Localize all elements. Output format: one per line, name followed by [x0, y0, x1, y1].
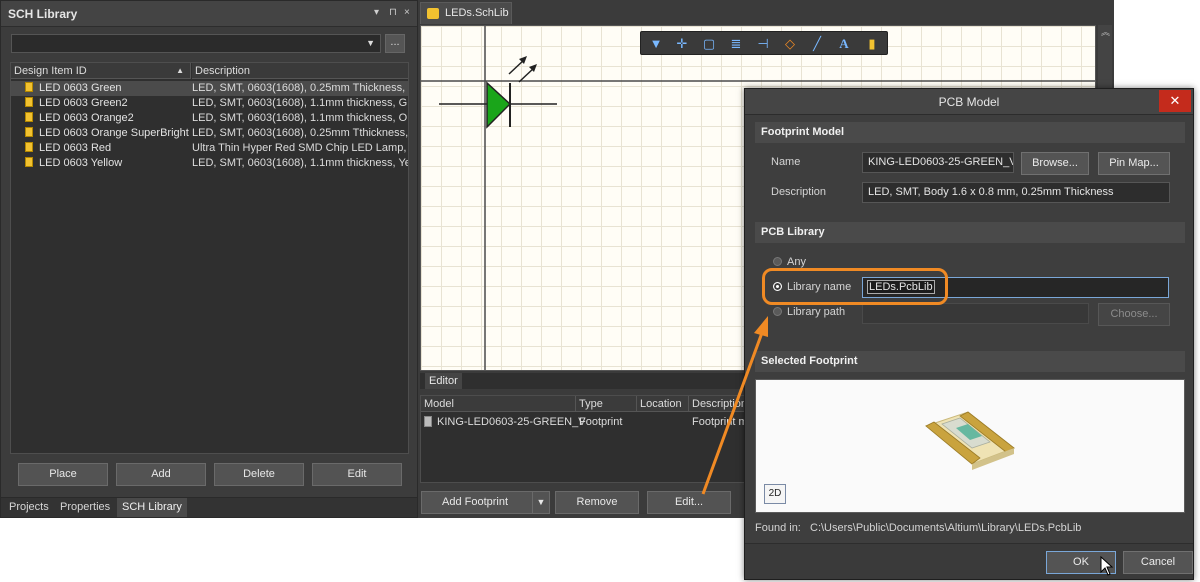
editor-label: Editor	[425, 373, 462, 389]
radio-any[interactable]	[773, 257, 782, 266]
column-header-model[interactable]: Model	[421, 396, 576, 412]
pin-map-button[interactable]: Pin Map...	[1098, 152, 1170, 175]
tab-sch-library[interactable]: SCH Library	[117, 498, 187, 517]
table-row[interactable]: LED 0603 Orange2 LED, SMT, 0603(1608), 1…	[11, 111, 408, 126]
place-button[interactable]: Place	[18, 463, 108, 486]
description-field[interactable]: LED, SMT, Body 1.6 x 0.8 mm, 0.25mm Thic…	[862, 182, 1170, 203]
column-header-type[interactable]: Type	[576, 396, 637, 412]
footprint-model-section: Footprint Model	[755, 122, 1185, 143]
table-row[interactable]: LED 0603 Green2 LED, SMT, 0603(1608), 1.…	[11, 96, 408, 111]
footprint-render	[924, 411, 1016, 470]
component-icon	[25, 157, 33, 167]
add-model-dropdown[interactable]: ▼	[532, 491, 550, 514]
edit-button[interactable]: Edit	[312, 463, 402, 486]
library-path-input[interactable]	[862, 303, 1089, 324]
place-text-icon[interactable]: A	[835, 35, 853, 53]
tab-properties[interactable]: Properties	[55, 498, 115, 517]
sch-library-title-bar: SCH Library ▾ ⊓ ×	[1, 1, 417, 27]
table-row[interactable]: LED 0603 Orange SuperBright LED, SMT, 06…	[11, 126, 408, 141]
mouse-cursor-icon	[1100, 556, 1114, 576]
description-label: Description	[771, 186, 827, 198]
component-icon	[25, 142, 33, 152]
close-icon[interactable]: ✕	[1159, 90, 1191, 112]
tab-ledsschlib[interactable]: LEDs.SchLib *	[420, 2, 512, 40]
component-icon	[25, 127, 33, 137]
panel-tab-strip: Projects Properties SCH Library	[1, 497, 417, 517]
choose-button[interactable]: Choose...	[1098, 303, 1170, 326]
found-in-label: Found in:	[755, 522, 801, 534]
led-triangle	[486, 81, 512, 129]
component-icon	[25, 82, 33, 92]
footprint-name-field[interactable]: KING-LED0603-25-GREEN_V	[862, 152, 1014, 173]
pcb-library-section: PCB Library	[755, 222, 1185, 243]
sort-ascending-icon: ▲	[176, 66, 184, 75]
column-header-design-item-id[interactable]: Design Item ID ▲	[11, 63, 191, 79]
component-icon	[25, 97, 33, 107]
browse-button[interactable]: Browse...	[1021, 152, 1089, 175]
sch-library-panel: SCH Library ▾ ⊓ × ▼ ... Design Item ID ▲…	[0, 0, 418, 518]
active-bar-toolbar: ▼ ✛ ▢ ≣ ⊣ ◇ ╱ A ▮	[640, 31, 888, 55]
design-item-table: Design Item ID ▲ Description LED 0603 Gr…	[10, 62, 409, 454]
table-row[interactable]: LED 0603 Yellow LED, SMT, 0603(1608), 1.…	[11, 156, 408, 171]
sch-library-filter-combo[interactable]: ▼	[11, 34, 381, 53]
table-row[interactable]: LED 0603 Red Ultra Thin Hyper Red SMD Ch…	[11, 141, 408, 156]
delete-button[interactable]: Delete	[214, 463, 304, 486]
sch-library-title: SCH Library	[8, 7, 78, 21]
filter-icon[interactable]: ▼	[647, 35, 665, 53]
chevron-up-icon[interactable]: ︽	[1101, 25, 1110, 38]
table-row[interactable]: LED 0603 Green LED, SMT, 0603(1608), 0.2…	[11, 81, 408, 96]
radio-library-path[interactable]	[773, 307, 782, 316]
any-label[interactable]: Any	[787, 256, 806, 268]
footprint-icon	[424, 416, 432, 427]
cancel-button[interactable]: Cancel	[1123, 551, 1193, 574]
place-ieee-symbol-icon[interactable]: ◇	[781, 35, 799, 53]
background-area	[1114, 0, 1200, 88]
selected-footprint-section: Selected Footprint	[755, 351, 1185, 372]
place-line-icon[interactable]: ╱	[808, 35, 826, 53]
name-label: Name	[771, 156, 801, 168]
found-in-path: C:\Users\Public\Documents\Altium\Library…	[810, 522, 1082, 534]
dialog-button-bar: OK Cancel	[745, 543, 1193, 579]
more-options-button[interactable]: ...	[385, 34, 405, 53]
remove-button[interactable]: Remove	[555, 491, 639, 514]
schlib-file-icon	[427, 8, 439, 19]
place-pin-icon[interactable]: ⊣	[754, 35, 772, 53]
column-header-description[interactable]: Description	[192, 63, 408, 79]
close-panel-icon[interactable]: ×	[404, 7, 410, 18]
footprint-3d-preview[interactable]: 2D	[755, 379, 1185, 513]
pin-icon[interactable]: ⊓	[389, 7, 397, 18]
dialog-title-bar: PCB Model	[745, 89, 1193, 115]
tab-projects[interactable]: Projects	[4, 498, 54, 517]
pcb-model-dialog: PCB Model ✕ Footprint Model Name KING-LE…	[744, 88, 1194, 580]
select-rectangle-icon[interactable]: ▢	[700, 35, 718, 53]
dialog-title: PCB Model	[938, 95, 1000, 109]
library-path-label[interactable]: Library path	[787, 306, 845, 318]
panel-menu-icon[interactable]: ▾	[374, 7, 379, 18]
move-cross-icon[interactable]: ✛	[673, 35, 691, 53]
align-icon[interactable]: ≣	[727, 35, 745, 53]
column-header-location[interactable]: Location	[637, 396, 689, 412]
component-icon	[25, 112, 33, 122]
add-button[interactable]: Add	[116, 463, 206, 486]
add-footprint-button[interactable]: Add Footprint	[421, 491, 537, 514]
chevron-down-icon[interactable]: ▼	[366, 38, 375, 48]
add-part-icon[interactable]: ▮	[863, 35, 881, 53]
edit-model-button[interactable]: Edit...	[647, 491, 731, 514]
view-2d-button[interactable]: 2D	[764, 484, 786, 504]
library-name-highlight	[762, 268, 948, 305]
